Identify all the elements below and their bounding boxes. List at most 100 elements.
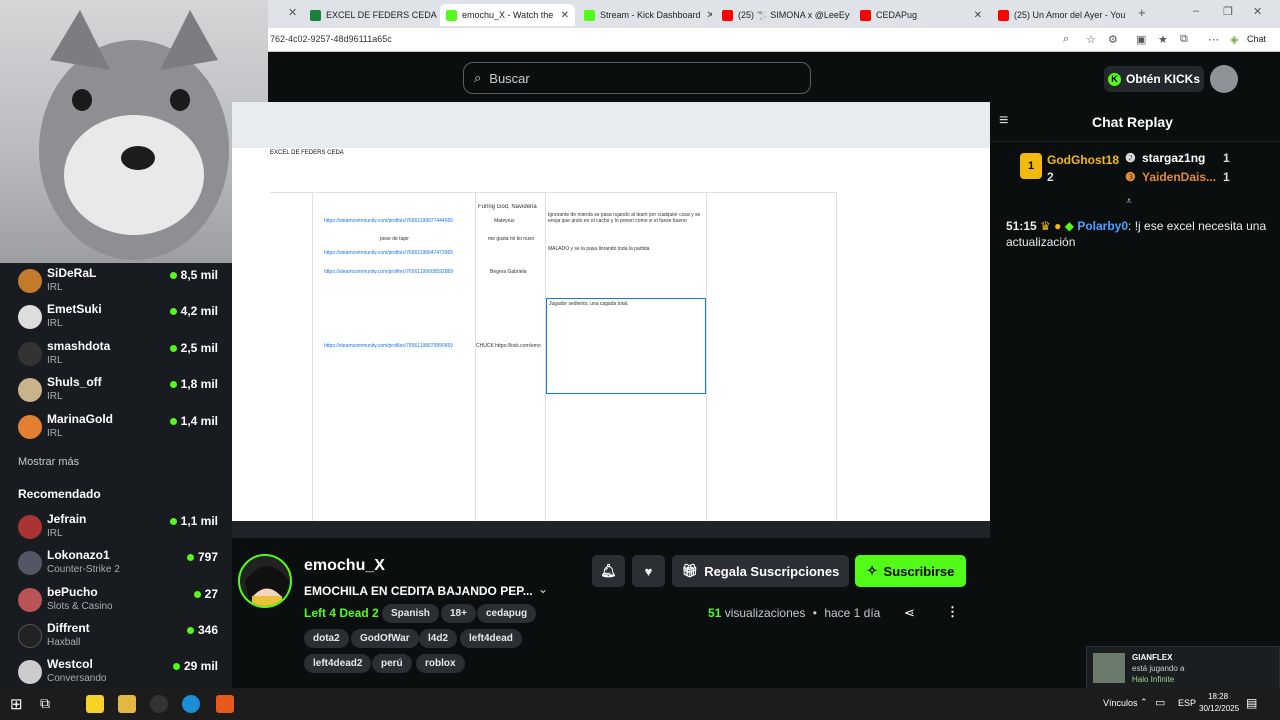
crown-icon: ♛	[1040, 219, 1051, 233]
sidebar-item-emetsuki[interactable]: EmetSuki IRL 4,2 mil	[18, 302, 218, 336]
avatar	[18, 624, 42, 648]
close-icon[interactable]: ✕	[288, 6, 297, 19]
minimize-icon[interactable]: –	[1193, 5, 1199, 17]
copilot-icon[interactable]: ◈	[1230, 33, 1238, 46]
obs-icon[interactable]	[150, 695, 168, 713]
follow-button[interactable]: ♥	[632, 555, 665, 587]
game-thumbnail	[1093, 653, 1125, 683]
windows-start-icon[interactable]: ⊞	[10, 695, 23, 713]
tag[interactable]: left4dead2	[304, 654, 372, 673]
close-icon[interactable]: ✕	[701, 10, 712, 21]
expand-icon[interactable]: ⩡	[1121, 196, 1137, 207]
sheet-title: EXCEL DE FEDERS CEDA	[270, 150, 344, 156]
video-player[interactable]: EXCEL DE FEDERS CEDA Furing God, Navideñ…	[232, 102, 990, 538]
heart-icon: ♥	[644, 563, 653, 579]
tag[interactable]: dota2	[304, 629, 349, 648]
task-view-icon[interactable]: ⧉	[40, 695, 50, 712]
sidebar-item-marinagold[interactable]: MarinaGold IRL 1,4 mil	[18, 412, 218, 446]
close-window-icon[interactable]: ✕	[1253, 5, 1262, 18]
sidebar-item-lokonazo1[interactable]: Lokonazo1 Counter-Strike 2 797	[18, 548, 218, 582]
category-link[interactable]: Left 4 Dead 2	[304, 606, 379, 620]
viewer-count: 8,5 mil	[169, 268, 218, 282]
app-icon[interactable]	[216, 695, 234, 713]
extensions-icon[interactable]: ⚙	[1108, 33, 1118, 46]
avatar[interactable]	[1210, 65, 1238, 93]
sheet-link: https://steamcommunity.com/profiles/7656…	[324, 269, 454, 275]
gifter-name[interactable]: stargaz1ng	[1142, 151, 1205, 165]
split-icon[interactable]: ▣	[1136, 33, 1146, 46]
bookmark-icon[interactable]: ☆	[1086, 33, 1096, 46]
clock-date: 30/12/2025	[1199, 704, 1240, 713]
subscribe-button[interactable]: ✧ Suscribirse	[855, 555, 966, 587]
tag[interactable]: left4dead	[460, 629, 522, 648]
more-options-icon[interactable]: ⋮	[946, 604, 959, 620]
sidebar-item-shuls-off[interactable]: Shuls_off IRL 1,8 mil	[18, 375, 218, 409]
windows-taskbar: ⊞ ⧉ Vínculos ⌃ ▭ ESP 18:28 30/12/2025 ▤	[0, 688, 1280, 720]
youtube-icon	[860, 9, 871, 21]
gift-subs-button[interactable]: 🎁︎ Regala Suscripciones	[672, 555, 849, 587]
tab-youtube-amor[interactable]: (25) Un Amor del Ayer - You✕	[992, 4, 1126, 26]
search-input[interactable]: ⌕ Buscar	[463, 62, 811, 94]
top-gifter-name[interactable]: GodGhost18	[1047, 153, 1119, 167]
maximize-icon[interactable]: ❐	[1223, 5, 1233, 18]
tab-kick-dashboard[interactable]: Stream - Kick Dashboard ✕	[578, 4, 712, 26]
viewer-count: 27	[193, 587, 218, 601]
favorites-icon[interactable]: ★	[1158, 33, 1168, 46]
collapse-chat-icon[interactable]: ≡	[999, 112, 1008, 130]
tab-kick-watch[interactable]: emochu_X - Watch the ✕	[440, 4, 575, 26]
edge-icon[interactable]	[182, 695, 200, 713]
header-cell: Furing God, Navideña	[478, 204, 537, 210]
tab-excel[interactable]: EXCEL DE FEDERS CEDA - H✕	[304, 4, 438, 26]
notification-icon[interactable]: ▤	[1246, 696, 1257, 710]
tag[interactable]: 18+	[441, 604, 476, 623]
sidebar-item-jefrain[interactable]: Jefrain IRL 1,1 mil	[18, 512, 218, 546]
get-kicks-button[interactable]: K Obtén KICKs	[1104, 66, 1204, 92]
links-label[interactable]: Vínculos	[1103, 698, 1138, 708]
chat-label[interactable]: Chat	[1247, 34, 1266, 44]
notifications-button[interactable]: 🔔︎	[592, 555, 625, 587]
language-indicator[interactable]: ESP	[1178, 698, 1196, 708]
recommended-list: Jefrain IRL 1,1 mil Lokonazo1 Counter-St…	[0, 509, 232, 688]
channel-avatar[interactable]	[238, 554, 292, 608]
tab-cedapug[interactable]: CEDAPug ✕	[854, 4, 988, 26]
chevron-up-icon[interactable]: ⌃	[1140, 697, 1148, 708]
close-icon[interactable]: ✕	[555, 10, 569, 21]
avatar	[18, 342, 42, 366]
tag[interactable]: Spanish	[382, 604, 439, 623]
new-tab-icon[interactable]: +	[1138, 5, 1146, 20]
sticky-notes-icon[interactable]	[86, 695, 104, 713]
channel-name[interactable]: emochu_X	[304, 557, 385, 575]
zoom-icon[interactable]: ⌕	[1063, 33, 1069, 46]
sidebar-item-sideral[interactable]: SiDeRaL IRL 8,5 mil	[18, 266, 218, 300]
sidebar-item-westcol[interactable]: Westcol Conversando 29 mil	[18, 657, 218, 691]
live-dot-icon	[169, 380, 177, 388]
kick-icon	[584, 9, 595, 21]
viewer-count: 797	[186, 550, 218, 564]
tab-youtube-simona[interactable]: (25) 🐩 SIMONA x @LeeEye✕	[716, 4, 850, 26]
show-more-link[interactable]: Mostrar más	[18, 456, 79, 468]
chevron-down-icon[interactable]: ⌄	[538, 582, 548, 596]
file-explorer-icon[interactable]	[118, 695, 136, 713]
sidebar-item-smashdota[interactable]: smashdota IRL 2,5 mil	[18, 339, 218, 373]
tag[interactable]: l4d2	[419, 629, 458, 648]
notification-toast[interactable]: GIANFLEX está jugando a Halo Infinite	[1086, 646, 1280, 690]
tag[interactable]: GodOfWar	[351, 629, 419, 648]
address-bar[interactable]: 762-4c02-9257-48d96111a65c ⌕ ☆ ⚙ ▣ ★ ⧉ ⋯…	[268, 28, 1280, 52]
sidebar-item-diffrent[interactable]: Diffrent Haxball 346	[18, 621, 218, 655]
medal-icon: ❷	[1125, 151, 1136, 165]
share-icon[interactable]: ⋖	[904, 605, 915, 621]
close-icon[interactable]: ✕	[1125, 10, 1126, 21]
tag[interactable]: roblox	[416, 654, 465, 673]
collections-icon[interactable]: ⧉	[1180, 33, 1188, 46]
gifter-count: 1	[1223, 151, 1230, 165]
video-taskbar	[232, 521, 990, 538]
sidebar-item-bepucho[interactable]: bePucho Slots & Casino 27	[18, 585, 218, 619]
url-text[interactable]: 762-4c02-9257-48d96111a65c	[270, 34, 392, 44]
tag[interactable]: cedapug	[477, 604, 537, 623]
gifter-name[interactable]: YaidenDais...	[1142, 170, 1216, 184]
message-user[interactable]: Polarby0	[1077, 219, 1128, 233]
viewer-count: 1,1 mil	[169, 514, 218, 528]
tag[interactable]: perú	[372, 654, 412, 673]
more-icon[interactable]: ⋯	[1208, 33, 1219, 46]
close-icon[interactable]: ✕	[968, 10, 982, 21]
